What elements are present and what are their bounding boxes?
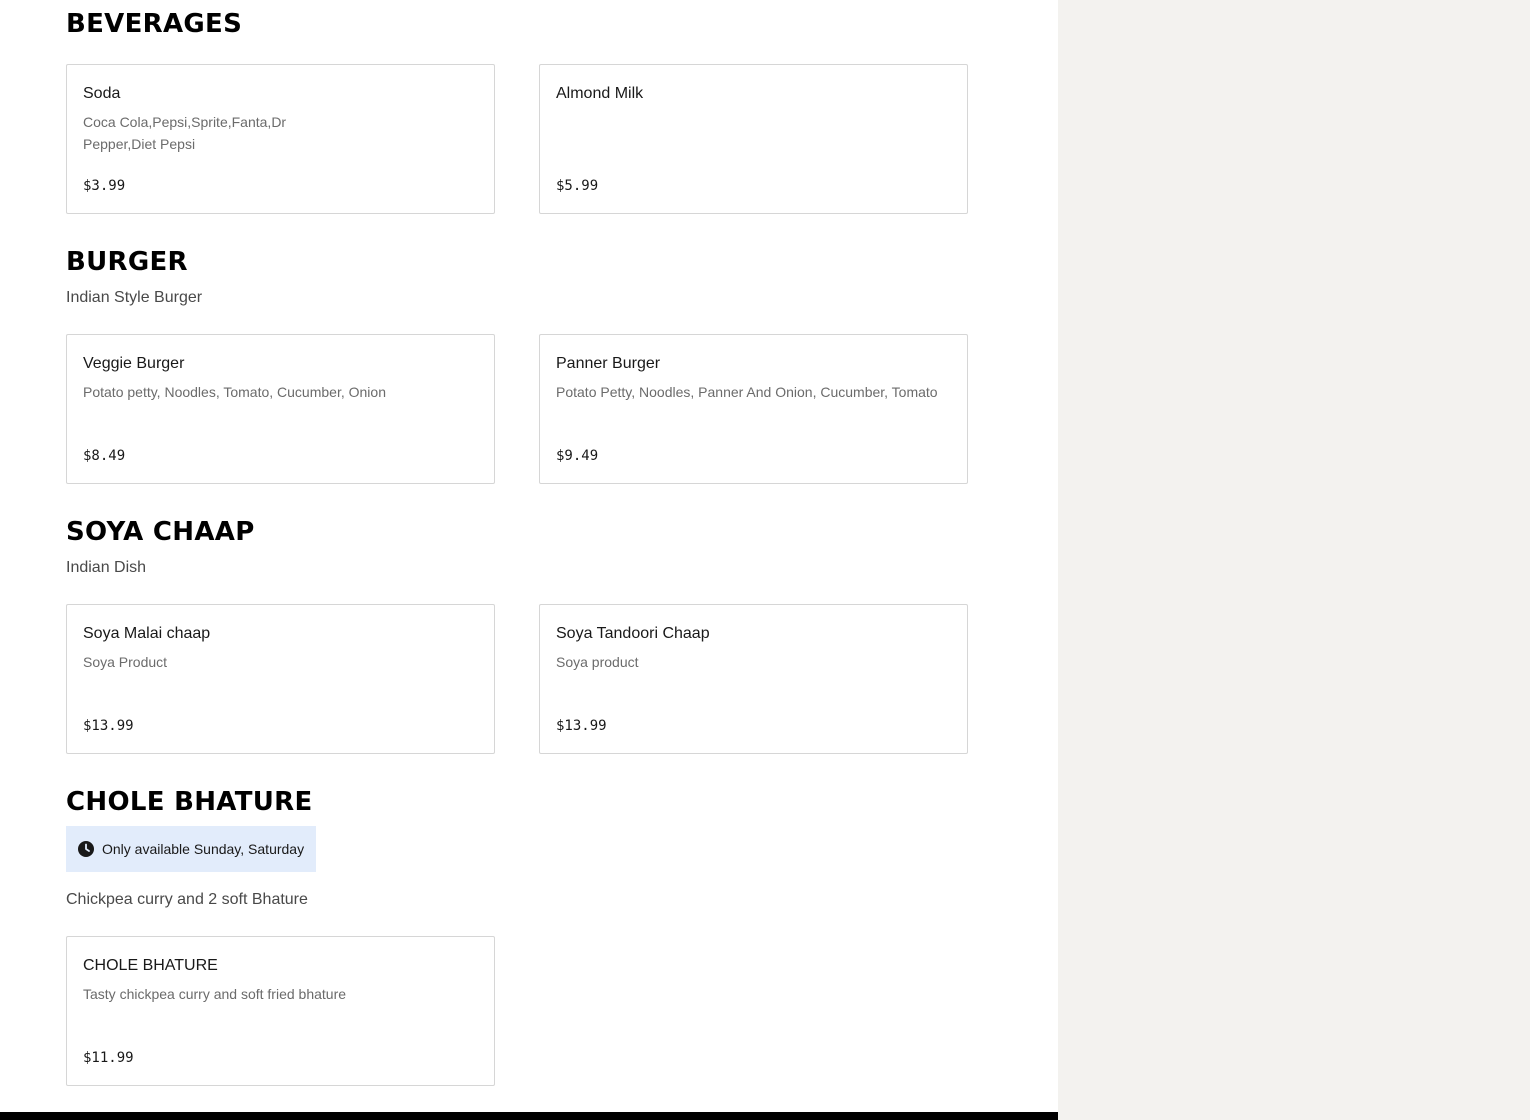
item-description: Potato petty, Noodles, Tomato, Cucumber,… (83, 384, 386, 400)
item-description: Soya Product (83, 654, 168, 670)
menu-item-card[interactable]: Soya Malai chaap Soya Product $13.99 (66, 604, 495, 754)
item-description: Tasty chickpea curry and soft fried bhat… (83, 986, 347, 1002)
item-price: $3.99 (83, 178, 126, 194)
item-name: Veggie Burger (83, 355, 185, 372)
item-name: Soda (83, 85, 121, 102)
section-title: CHOLE BHATURE (66, 787, 313, 817)
menu-item-card[interactable]: Panner Burger Potato Petty, Noodles, Pan… (539, 334, 968, 484)
clock-icon (78, 841, 94, 857)
menu-item-card[interactable]: Soya Tandoori Chaap Soya product $13.99 (539, 604, 968, 754)
item-price: $5.99 (556, 178, 599, 194)
availability-text: Only available Sunday, Saturday (102, 841, 305, 857)
menu-item-card[interactable]: Almond Milk $5.99 (539, 64, 968, 214)
menu-item-card[interactable]: CHOLE BHATURE Tasty chickpea curry and s… (66, 936, 495, 1086)
item-description: Potato Petty, Noodles, Panner And Onion,… (556, 384, 938, 400)
section-title: SOYA CHAAP (66, 517, 255, 547)
item-name: Soya Tandoori Chaap (556, 625, 710, 642)
item-name: Almond Milk (556, 85, 644, 102)
item-price: $13.99 (556, 718, 607, 734)
item-name: Soya Malai chaap (83, 625, 211, 642)
item-price: $11.99 (83, 1050, 134, 1066)
item-price: $9.49 (556, 448, 599, 464)
item-price: $8.49 (83, 448, 126, 464)
menu-item-card[interactable]: Soda Coca Cola,Pepsi,Sprite,Fanta,Dr Pep… (66, 64, 495, 214)
right-side-panel (1058, 0, 1530, 1120)
availability-badge: Only available Sunday, Saturday (66, 826, 316, 872)
section-description: Indian Dish (66, 559, 147, 576)
footer-bar (0, 1112, 1058, 1120)
section-description: Chickpea curry and 2 soft Bhature (66, 891, 308, 908)
section-description: Indian Style Burger (66, 289, 203, 306)
section-title: BURGER (66, 247, 188, 277)
menu-item-card[interactable]: Veggie Burger Potato petty, Noodles, Tom… (66, 334, 495, 484)
item-name: Panner Burger (556, 355, 661, 372)
item-name: CHOLE BHATURE (83, 957, 218, 974)
item-description: Coca Cola,Pepsi,Sprite,Fanta,Dr Pepper,D… (83, 114, 287, 152)
item-description: Soya product (556, 654, 639, 670)
item-price: $13.99 (83, 718, 134, 734)
section-title: BEVERAGES (66, 9, 243, 39)
